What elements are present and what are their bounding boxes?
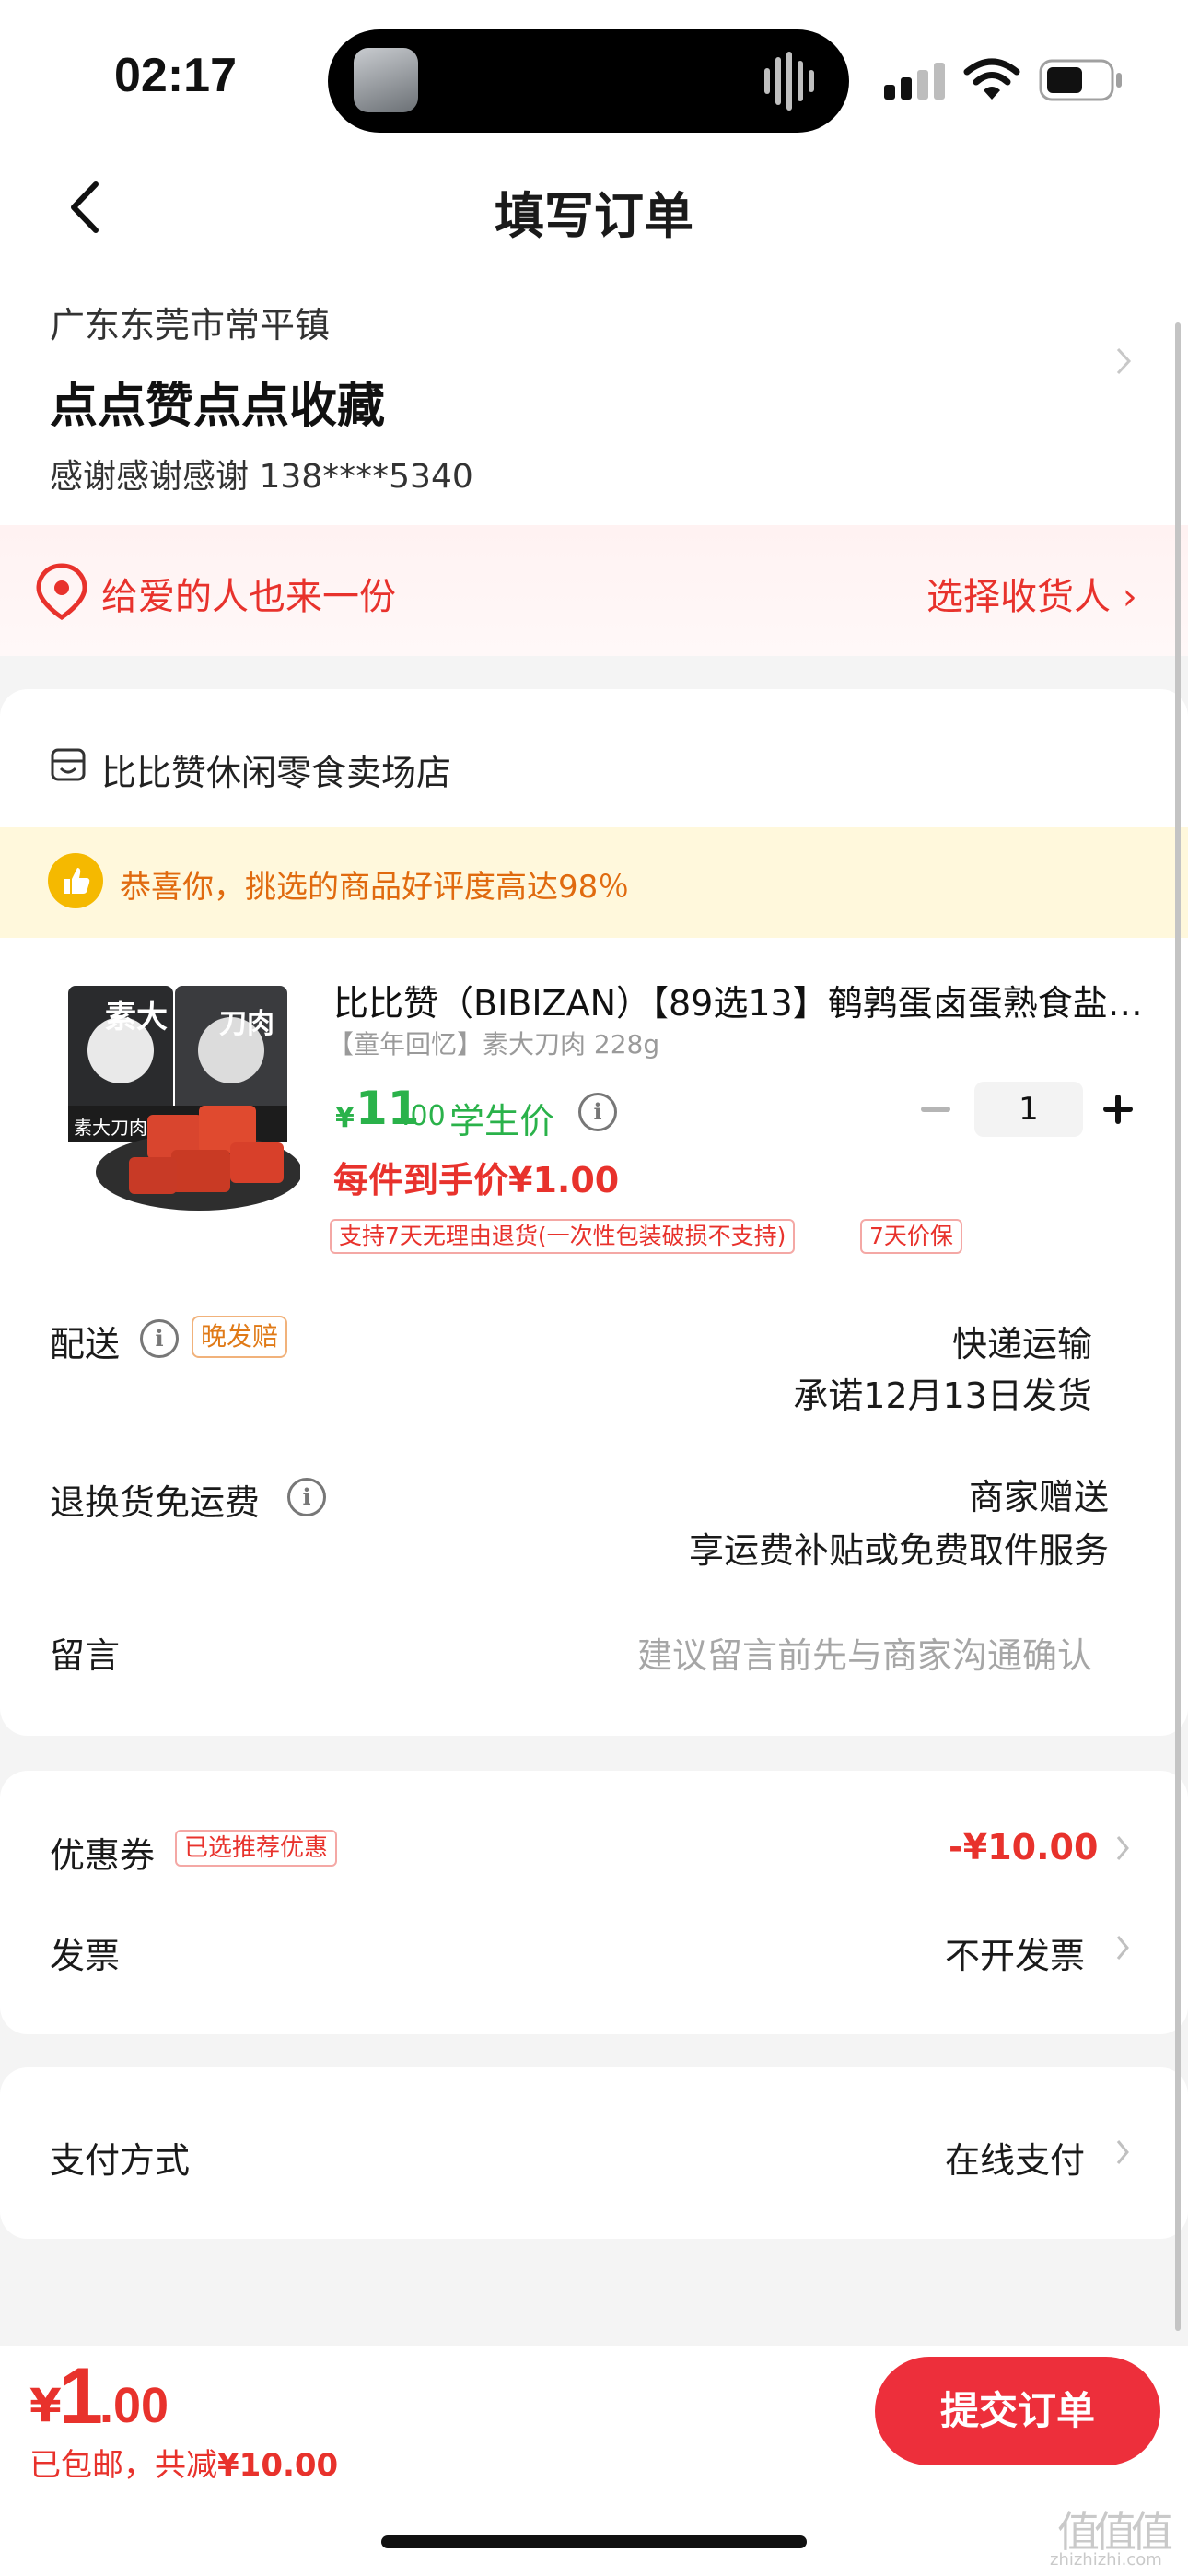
chevron-right-icon [1116,1936,1129,1960]
shipping-prefix: 已包邮，共减 [29,2447,217,2484]
shipping-discount-text: 已包邮，共减¥10.00 [29,2440,338,2485]
chevron-right-icon [1116,2140,1129,2164]
payment-value[interactable]: 在线支付 [945,2132,1085,2183]
return-shipping-label: 退换货免运费 [50,1482,261,1523]
message-input[interactable]: 建议留言前先与商家沟通确认 [637,1627,1092,1678]
chevron-right-icon [1116,347,1132,375]
product-spec[interactable]: 【童年回忆】素大刀肉 228g [328,1025,659,1061]
battery-icon [1039,59,1122,101]
total-integer: 1 [59,2352,103,2441]
product-title[interactable]: 比比赞（BIBIZAN）【89选13】鹌鹑蛋卤蛋熟食盐… [333,975,1144,1025]
wifi-icon [963,58,1020,100]
student-price-label: 学生价 [449,1101,555,1142]
scrollbar[interactable] [1175,322,1181,2331]
delivery-promise: 承诺12月13日发货 [793,1376,1092,1416]
message-label: 留言 [50,1635,121,1676]
chevron-right-icon [1116,1836,1129,1860]
unit-final-price: 每件到手价¥1.00 [333,1160,620,1200]
delivery-method: 快递运输 [951,1324,1092,1364]
return-policy-tag: 支持7天无理由退货(一次性包装破损不支持) [330,1219,796,1254]
quantity-field[interactable]: 1 [974,1082,1083,1137]
delivery-label: 配送 [50,1324,121,1364]
status-time: 02:17 [114,49,237,102]
plus-icon[interactable] [1115,1095,1121,1124]
gift-text: 给爱的人也来一份 [101,576,396,618]
cellular-signal-icon [884,63,949,100]
invoice-label: 发票 [50,1936,121,1976]
product-image[interactable]: 素大 刀肉 素大刀肉 [61,977,300,1216]
audio-wave-icon [798,61,803,101]
dynamic-island[interactable] [328,29,849,133]
price-symbol: ¥ [335,1102,355,1134]
coupon-selected-tag: 已选推荐优惠 [175,1830,338,1867]
decrease-quantity-button[interactable] [921,1107,950,1112]
payment-label: 支付方式 [50,2140,191,2181]
coupon-label: 优惠券 [50,1835,156,1876]
price-decimal: .00 [402,1100,446,1132]
audio-wave-icon [764,68,770,94]
address-region: 广东东莞市常平镇 [50,305,331,345]
discount-amount: ¥10.00 [217,2447,339,2484]
address-contact: 感谢感谢感谢 138****5340 [50,458,473,496]
submit-order-button[interactable]: 提交订单 [875,2357,1160,2465]
coupon-value[interactable]: -¥10.00 [949,1827,1098,1868]
shop-name[interactable]: 比比赞休闲零食卖场店 [101,744,451,795]
late-compensation-tag: 晚发赔 [192,1316,288,1358]
audio-wave-icon [786,52,792,111]
total-symbol: ¥ [29,2379,62,2432]
watermark-url: zhizhizhi.com [1050,2550,1162,2570]
info-icon[interactable]: i [287,1478,326,1516]
shop-icon [51,748,86,781]
price-protect-tag: 7天价保 [860,1219,962,1254]
audio-wave-icon [809,70,814,92]
info-icon[interactable]: i [578,1093,617,1131]
thumbs-up-icon [48,853,103,908]
audio-wave-icon [775,57,781,105]
return-shipping-value: 商家赠送 [968,1477,1109,1517]
image-text: 素大 [105,999,168,1036]
address-detail: 点点赞点点收藏 [50,379,386,434]
image-text: 素大刀肉 [74,1117,147,1139]
media-artwork [354,48,418,112]
home-indicator[interactable] [381,2535,807,2548]
invoice-value[interactable]: 不开发票 [945,1927,1085,1978]
return-shipping-detail: 享运费补贴或免费取件服务 [688,1530,1109,1571]
total-decimal: .00 [99,2378,169,2433]
coupon-invoice-card [0,1771,1188,2034]
info-icon[interactable]: i [140,1319,179,1358]
image-text: 刀肉 [219,1008,274,1040]
select-recipient-link[interactable]: 选择收货人 › [926,567,1137,620]
praise-text: 恭喜你，挑选的商品好评度高达98％ [120,869,630,906]
location-pin-icon [36,563,87,620]
page-title: 填写订单 [495,187,693,245]
